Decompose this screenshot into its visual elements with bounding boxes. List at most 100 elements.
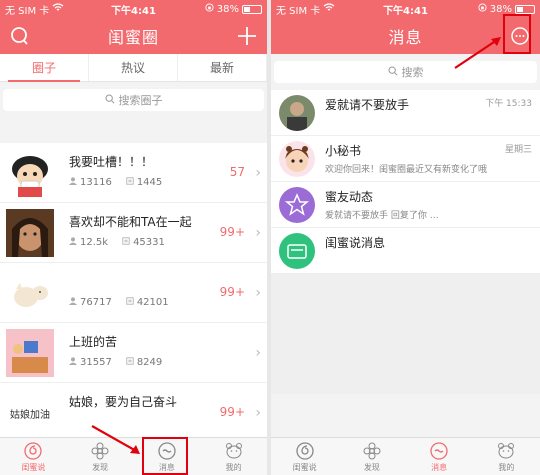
chevron-right-icon: › bbox=[255, 285, 261, 301]
unread-badge: 99+ bbox=[219, 285, 245, 299]
highlight-box-messages-tab bbox=[142, 437, 188, 475]
unread-badge: 99+ bbox=[219, 225, 245, 239]
tab-guimishuo[interactable]: 闺蜜说 bbox=[0, 438, 67, 475]
list-item[interactable]: 上班的苦 31557 8249 › bbox=[0, 323, 267, 383]
circle-avatar bbox=[6, 329, 54, 377]
circle-title: 喜欢却不能和TA在一起 bbox=[69, 215, 192, 229]
tab-latest[interactable]: 最新 bbox=[178, 54, 267, 81]
circle-title: 上班的苦 bbox=[69, 335, 118, 349]
post-icon bbox=[126, 177, 134, 188]
message-title: 闺蜜说消息 bbox=[325, 236, 386, 250]
circle-list: 我要吐槽！！！ 13116 1445 57 › 喜欢却不能和TA在一起 12.5… bbox=[0, 143, 267, 443]
orientation-lock-icon bbox=[205, 3, 214, 15]
tab-circles[interactable]: 圈子 bbox=[0, 54, 89, 81]
star-icon bbox=[279, 187, 315, 223]
list-item[interactable]: 喜欢却不能和TA在一起 12.5k 45331 99+ › bbox=[0, 203, 267, 263]
list-item[interactable]: 闺蜜说消息 bbox=[271, 228, 540, 274]
contact-avatar bbox=[279, 95, 315, 131]
member-icon bbox=[69, 237, 77, 248]
circle-search-input[interactable]: 搜索圈子 bbox=[3, 89, 264, 111]
chevron-right-icon: › bbox=[255, 165, 261, 181]
flower-icon bbox=[363, 442, 381, 459]
message-time: 星期三 bbox=[504, 145, 532, 155]
tab-discover[interactable]: 发现 bbox=[67, 438, 134, 475]
carrier-label: 无 SIM 卡 bbox=[5, 5, 50, 17]
spiral-icon bbox=[24, 441, 43, 460]
circle-avatar: 姑娘加油 bbox=[6, 389, 54, 437]
list-item[interactable]: 小秘书 欢迎你回来！闺蜜圈最近又有新变化了哦 星期三 bbox=[271, 136, 540, 182]
chevron-right-icon: › bbox=[255, 405, 261, 421]
tab-mine[interactable]: 我的 bbox=[200, 438, 267, 475]
circle-tabs: 圈子 热议 最新 bbox=[0, 54, 267, 82]
tab-guimishuo[interactable]: 闺蜜说 bbox=[271, 438, 338, 475]
search-placeholder: 搜索圈子 bbox=[118, 94, 163, 107]
bear-face-icon bbox=[225, 442, 242, 458]
battery-icon bbox=[242, 4, 262, 14]
message-preview: 欢迎你回来！闺蜜圈最近又有新变化了哦 bbox=[325, 165, 488, 175]
page-title: 消息 bbox=[388, 28, 423, 47]
system-message-icon bbox=[279, 233, 315, 269]
search-icon[interactable] bbox=[8, 24, 32, 48]
circle-title: 我要吐槽！！！ bbox=[69, 155, 154, 169]
post-icon bbox=[126, 357, 134, 368]
circle-avatar bbox=[6, 269, 54, 317]
message-title: 蜜友动态 bbox=[325, 190, 374, 204]
assistant-avatar bbox=[279, 141, 315, 177]
tab-hot[interactable]: 热议 bbox=[89, 54, 178, 81]
list-item[interactable]: 蜜友动态 爱就请不要放手 回复了你 … bbox=[271, 182, 540, 228]
highlight-box-new-chat bbox=[503, 14, 531, 54]
chevron-right-icon: › bbox=[255, 345, 261, 361]
bottom-tab-bar: 闺蜜说 发现 消息 我的 bbox=[0, 437, 267, 475]
tab-messages[interactable]: 消息 bbox=[406, 438, 473, 475]
battery-percent: 38% bbox=[216, 3, 239, 15]
search-icon bbox=[388, 66, 398, 79]
post-icon bbox=[122, 237, 130, 248]
message-search-input[interactable]: 搜索 bbox=[274, 61, 537, 83]
messages-screen: 无 SIM 卡 下午4:41 38% 消息 搜索 爱就请不要放手 下午 15:3… bbox=[271, 0, 540, 475]
carrier-label: 无 SIM 卡 bbox=[276, 5, 321, 17]
message-preview: 爱就请不要放手 回复了你 … bbox=[325, 211, 439, 221]
message-title: 爱就请不要放手 bbox=[325, 98, 410, 112]
tab-discover[interactable]: 发现 bbox=[338, 438, 405, 475]
empty-area bbox=[271, 274, 540, 394]
list-item[interactable]: 爱就请不要放手 下午 15:33 bbox=[271, 90, 540, 136]
message-list: 爱就请不要放手 下午 15:33 小秘书 欢迎你回来！闺蜜圈最近又有新变化了哦 … bbox=[271, 90, 540, 394]
post-icon bbox=[126, 297, 134, 308]
member-icon bbox=[69, 297, 77, 308]
list-item[interactable]: 我要吐槽！！！ 13116 1445 57 › bbox=[0, 143, 267, 203]
circle-screen: 无 SIM 卡 下午4:41 38% 闺蜜圈 圈子 热议 最新 搜索圈子 我要吐… bbox=[0, 0, 267, 475]
flower-icon bbox=[91, 442, 109, 459]
tab-indicator bbox=[8, 80, 80, 82]
message-time: 下午 15:33 bbox=[485, 99, 532, 109]
status-bar: 无 SIM 卡 下午4:41 38% bbox=[271, 0, 540, 18]
battery-percent: 38% bbox=[489, 3, 512, 15]
chat-bubble-icon bbox=[430, 441, 448, 460]
bear-face-icon bbox=[498, 442, 515, 458]
chevron-right-icon: › bbox=[255, 225, 261, 241]
orientation-lock-icon bbox=[478, 3, 487, 15]
page-title: 闺蜜圈 bbox=[107, 28, 159, 47]
list-item[interactable]: 姑娘加油 姑娘，要为自己奋斗 99+ › bbox=[0, 383, 267, 443]
wifi-icon bbox=[52, 3, 64, 15]
circle-title: 姑娘，要为自己奋斗 bbox=[69, 395, 178, 409]
status-time: 下午4:41 bbox=[383, 5, 428, 17]
status-bar: 无 SIM 卡 下午4:41 38% bbox=[0, 0, 267, 18]
search-icon bbox=[105, 94, 115, 107]
member-icon bbox=[69, 357, 77, 368]
circle-avatar bbox=[6, 149, 54, 197]
status-time: 下午4:41 bbox=[111, 5, 156, 17]
tab-mine[interactable]: 我的 bbox=[473, 438, 540, 475]
unread-badge: 57 bbox=[229, 165, 245, 179]
message-title: 小秘书 bbox=[325, 144, 362, 158]
member-icon bbox=[69, 177, 77, 188]
add-icon[interactable] bbox=[235, 24, 259, 48]
list-item[interactable]: 76717 42101 99+ › bbox=[0, 263, 267, 323]
spiral-icon bbox=[295, 441, 314, 460]
nav-bar: 闺蜜圈 bbox=[0, 18, 267, 54]
battery-icon bbox=[515, 4, 535, 14]
wifi-icon bbox=[323, 3, 335, 15]
search-placeholder: 搜索 bbox=[401, 66, 424, 79]
circle-avatar bbox=[6, 209, 54, 257]
unread-badge: 99+ bbox=[219, 405, 245, 419]
bottom-tab-bar: 闺蜜说 发现 消息 我的 bbox=[271, 437, 540, 475]
